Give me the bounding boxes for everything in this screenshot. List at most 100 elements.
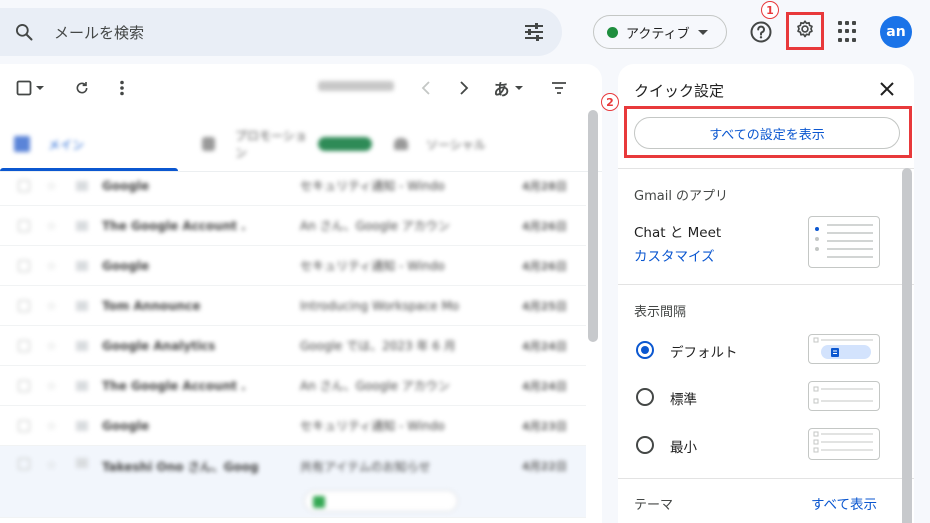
row-subject: Google では、2023 年 6 月 [300,339,456,353]
more-vert-icon[interactable] [112,78,132,98]
important-marker-icon[interactable] [76,300,88,311]
star-icon[interactable]: ☆ [46,458,57,472]
star-icon[interactable]: ☆ [46,219,57,233]
table-row[interactable]: ☆ Google セキュリティ通知 - Windo 4月28日 [0,166,586,206]
important-marker-icon[interactable] [76,180,88,191]
important-marker-icon[interactable] [76,220,88,231]
close-icon[interactable] [877,79,897,99]
star-icon[interactable]: ☆ [46,259,57,273]
avatar[interactable]: an [880,16,912,48]
row-subject: An さん、Google アカウン [300,379,450,393]
row-subject: 共有アイテムのお知らせ [300,460,431,474]
table-row[interactable]: ☆ Takeshi Ono さん、Goog 共有アイテムのお知らせ 4月22日 [0,446,586,518]
tab-social[interactable]: ソーシャル [394,116,514,172]
search-icon[interactable] [12,20,36,44]
all-settings-button[interactable]: すべての設定を表示 [634,117,900,149]
row-sender: Google [102,178,150,193]
table-row[interactable]: ☆ Google セキュリティ通知 - Windo 4月23日 [0,406,586,446]
density-comfortable-radio[interactable] [636,388,654,406]
refresh-icon[interactable] [72,78,92,98]
chevron-left-icon[interactable] [416,78,436,98]
row-date: 4月28日 [522,179,567,193]
row-sender: Takeshi Ono さん、Goog [102,460,259,474]
row-checkbox[interactable] [18,458,30,470]
density-comfortable-label: 標準 [670,392,697,408]
star-icon[interactable]: ☆ [46,179,57,193]
settings-button[interactable] [786,12,824,50]
density-compact-radio[interactable] [636,436,654,454]
help-icon[interactable] [749,20,773,44]
theme-show-all-link[interactable]: すべて表示 [811,493,877,513]
apps-grid-icon[interactable] [838,21,860,43]
row-sender: The Google Account . [102,378,246,393]
customize-link[interactable]: カスタマイズ [634,245,715,265]
tab-promotions[interactable]: プロモーション [202,116,372,172]
table-row[interactable]: ☆ Google Analytics Google では、2023 年 6 月 4月2… [0,326,586,366]
row-date: 4月23日 [522,419,567,433]
pagination-count [318,81,394,91]
row-checkbox[interactable] [18,299,30,312]
mail-list-panel: あ メイン プロモーション ソーシャル ☆ Google セキュリティ通知 - Wi… [0,64,602,523]
attachment-chip[interactable] [304,490,458,512]
select-checkbox[interactable] [14,78,34,98]
chevron-down-icon[interactable] [34,78,46,98]
density-default-thumbnail [808,334,880,364]
section-density: 表示間隔 [634,305,687,320]
table-row[interactable]: ☆ The Google Account . An さん、Google アカウン 4月… [0,206,586,246]
important-marker-icon[interactable] [76,380,88,391]
tab-primary[interactable]: メイン [14,116,174,172]
row-checkbox[interactable] [18,259,30,272]
search-input[interactable]: メールを検索 [54,22,144,43]
row-date: 4月25日 [522,299,567,313]
annotation-badge-2: 2 [601,93,619,111]
chat-meet-label: Chat と Meet [634,225,722,241]
quick-settings-panel: クイック設定 すべての設定を表示 Gmail のアプリ Chat と Meet … [618,64,914,523]
row-sender: The Google Account . [102,218,246,233]
mail-scrollbar[interactable] [588,110,598,342]
row-sender: Google Analytics [102,338,216,353]
filter-icon[interactable] [549,78,569,98]
status-dropdown[interactable]: アクティブ [593,15,727,49]
chat-layout-thumbnail [808,216,880,268]
highlight-frame-2: すべての設定を表示 [624,106,912,158]
input-tools-button[interactable]: あ [490,78,526,99]
category-tabs: メイン プロモーション ソーシャル [0,116,602,172]
table-row[interactable]: ☆ Google セキュリティ通知 - Windo 4月26日 [0,246,586,286]
row-subject: セキュリティ通知 - Windo [300,419,445,433]
important-marker-icon[interactable] [76,340,88,351]
divider [618,168,914,169]
row-date: 4月24日 [522,379,567,393]
row-checkbox[interactable] [18,379,30,392]
search-options-icon[interactable] [522,20,546,44]
table-row[interactable]: ☆ The Google Account . An さん、Google アカウン 4月… [0,366,586,406]
row-sender: Tom Announce [102,298,201,313]
important-marker-icon[interactable] [76,260,88,271]
row-subject: Introducing Workspace Mo [300,298,460,313]
chevron-down-icon [697,29,708,35]
row-checkbox[interactable] [18,179,30,192]
section-theme: テーマ [634,498,674,513]
row-subject: An さん、Google アカウン [300,219,450,233]
density-default-radio[interactable] [636,341,654,359]
status-label: アクティブ [626,26,690,42]
star-icon[interactable]: ☆ [46,419,57,433]
status-dot [607,26,618,38]
row-checkbox[interactable] [18,339,30,352]
row-sender: Google [102,418,150,433]
important-marker-icon[interactable] [76,420,88,431]
important-marker-icon[interactable] [76,458,88,468]
row-checkbox[interactable] [18,219,30,232]
annotation-badge-1: 1 [761,1,779,19]
divider [618,284,914,285]
row-subject: セキュリティ通知 - Windo [300,259,445,273]
search-bar[interactable]: メールを検索 [0,8,562,56]
row-sender: Google [102,258,150,273]
quick-settings-title: クイック設定 [634,82,725,100]
chevron-right-icon[interactable] [454,78,474,98]
star-icon[interactable]: ☆ [46,299,57,313]
table-row[interactable]: ☆ Tom Announce Introducing Workspace Mo 4月2… [0,286,586,326]
quick-settings-scrollbar[interactable] [902,168,912,523]
star-icon[interactable]: ☆ [46,379,57,393]
star-icon[interactable]: ☆ [46,339,57,353]
row-checkbox[interactable] [18,419,30,432]
